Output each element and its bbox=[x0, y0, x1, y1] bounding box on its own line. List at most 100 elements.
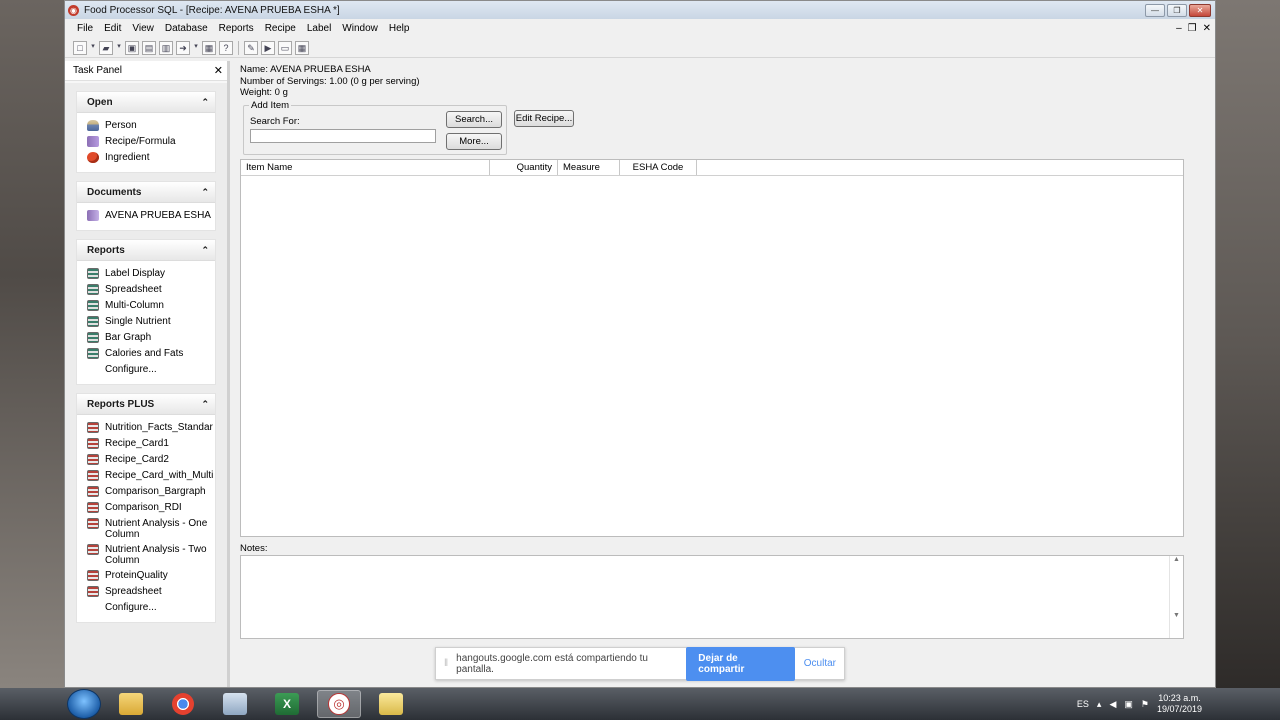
print-icon[interactable]: ▤ bbox=[142, 40, 156, 55]
task-item-report-plus[interactable]: Spreadsheet bbox=[87, 584, 215, 600]
flag-icon[interactable]: ⚑ bbox=[1141, 699, 1149, 710]
more-button[interactable]: More... bbox=[446, 133, 502, 150]
section-header[interactable]: Documents ⌃ bbox=[77, 182, 215, 203]
edit-recipe-button[interactable]: Edit Recipe... bbox=[514, 110, 574, 127]
network-icon[interactable]: ▣ bbox=[1124, 699, 1133, 710]
stop-sharing-button[interactable]: Dejar de compartir bbox=[686, 646, 795, 681]
tray-arrow-icon[interactable]: ▴ bbox=[1097, 699, 1102, 710]
section-header[interactable]: Reports ⌃ bbox=[77, 240, 215, 261]
menu-file[interactable]: File bbox=[77, 23, 93, 34]
drag-handle-icon[interactable]: ‖ bbox=[444, 658, 448, 669]
notes-field[interactable]: ▲ ▼ bbox=[240, 555, 1184, 639]
export-dropdown-icon[interactable]: ▾ bbox=[193, 41, 199, 55]
task-item-report-plus[interactable]: ProteinQuality bbox=[87, 568, 215, 584]
column-quantity[interactable]: Quantity bbox=[490, 160, 558, 175]
hide-link[interactable]: Ocultar bbox=[804, 658, 836, 669]
column-esha-code[interactable]: ESHA Code bbox=[620, 160, 697, 175]
task-item-document[interactable]: AVENA PRUEBA ESHA bbox=[87, 208, 215, 224]
clock[interactable]: 10:23 a.m. 19/07/2019 bbox=[1157, 693, 1202, 715]
task-item-report[interactable]: Bar Graph bbox=[87, 330, 215, 346]
recipe-info: Name: AVENA PRUEBA ESHA Number of Servin… bbox=[240, 64, 420, 99]
task-item-report-plus[interactable]: Nutrition_Facts_Standar bbox=[87, 420, 215, 436]
menu-help[interactable]: Help bbox=[389, 23, 410, 34]
folder-icon[interactable]: ▭ bbox=[278, 40, 292, 55]
recipe-servings: Number of Servings: 1.00 (0 g per servin… bbox=[240, 75, 420, 87]
folder-icon bbox=[119, 693, 143, 715]
task-item-report[interactable]: Calories and Fats bbox=[87, 346, 215, 362]
document-close-button[interactable]: ✕ bbox=[1203, 23, 1211, 34]
new-dropdown-icon[interactable]: ▾ bbox=[90, 41, 96, 55]
task-item-report-plus[interactable]: Comparison_Bargraph bbox=[87, 484, 215, 500]
forward-icon[interactable]: ▶ bbox=[261, 40, 275, 55]
save-icon[interactable]: ▣ bbox=[125, 40, 139, 55]
collapse-icon[interactable]: ⌃ bbox=[201, 399, 209, 410]
collapse-icon[interactable]: ⌃ bbox=[201, 245, 209, 256]
task-item-report-plus[interactable]: Nutrient Analysis - One Column bbox=[87, 516, 215, 542]
document-restore-button[interactable]: ❐ bbox=[1188, 23, 1197, 34]
taskbar-calculator[interactable] bbox=[213, 690, 257, 718]
section-header[interactable]: Open ⌃ bbox=[77, 92, 215, 113]
task-item-report-plus[interactable]: Nutrient Analysis - Two Column bbox=[87, 542, 215, 568]
task-item-report[interactable]: Label Display bbox=[87, 266, 215, 282]
task-item-configure[interactable]: Configure... bbox=[87, 362, 215, 378]
help-icon[interactable]: ? bbox=[219, 40, 233, 55]
task-item-label: Comparison_RDI bbox=[105, 502, 182, 513]
new-document-icon[interactable]: □ bbox=[73, 40, 87, 55]
task-item-report-plus[interactable]: Recipe_Card_with_Multi bbox=[87, 468, 215, 484]
menu-edit[interactable]: Edit bbox=[104, 23, 121, 34]
task-item-report[interactable]: Multi-Column bbox=[87, 298, 215, 314]
menu-reports[interactable]: Reports bbox=[219, 23, 254, 34]
collapse-icon[interactable]: ⌃ bbox=[201, 187, 209, 198]
open-folder-icon[interactable]: ▰ bbox=[99, 40, 113, 55]
search-button[interactable]: Search... bbox=[446, 111, 502, 128]
task-item-report-plus[interactable]: Recipe_Card2 bbox=[87, 452, 215, 468]
calendar-icon[interactable]: ▦ bbox=[295, 40, 309, 55]
menu-window[interactable]: Window bbox=[342, 23, 378, 34]
task-item-report[interactable]: Single Nutrient bbox=[87, 314, 215, 330]
volume-icon[interactable]: ◀ bbox=[1109, 699, 1116, 710]
task-item-report-plus[interactable]: Recipe_Card1 bbox=[87, 436, 215, 452]
document-minimize-button[interactable]: – bbox=[1176, 23, 1182, 34]
menu-label[interactable]: Label bbox=[307, 23, 331, 34]
taskbar-sticky-notes[interactable] bbox=[369, 690, 413, 718]
menu-view[interactable]: View bbox=[132, 23, 154, 34]
task-item-person[interactable]: Person bbox=[87, 118, 215, 134]
ingredient-grid[interactable]: Item Name Quantity Measure ESHA Code bbox=[240, 159, 1184, 537]
taskbar-explorer[interactable] bbox=[109, 690, 153, 718]
section-documents: Documents ⌃ AVENA PRUEBA ESHA bbox=[76, 181, 216, 231]
search-input[interactable] bbox=[250, 129, 436, 143]
menu-recipe[interactable]: Recipe bbox=[265, 23, 296, 34]
minimize-button[interactable]: — bbox=[1145, 3, 1165, 17]
title-bar[interactable]: ◉ Food Processor SQL - [Recipe: AVENA PR… bbox=[65, 1, 1215, 19]
column-item-name[interactable]: Item Name bbox=[241, 160, 490, 175]
task-panel-close-icon[interactable]: ✕ bbox=[214, 64, 223, 77]
task-item-ingredient[interactable]: Ingredient bbox=[87, 150, 215, 166]
notes-scrollbar[interactable]: ▲ ▼ bbox=[1169, 556, 1183, 638]
report-icon[interactable]: ▦ bbox=[202, 40, 216, 55]
task-item-recipe-formula[interactable]: Recipe/Formula bbox=[87, 134, 215, 150]
export-icon[interactable]: ➜ bbox=[176, 40, 190, 55]
blank-icon bbox=[87, 602, 99, 613]
report-icon bbox=[87, 332, 99, 343]
menu-database[interactable]: Database bbox=[165, 23, 208, 34]
print-preview-icon[interactable]: ▥ bbox=[159, 40, 173, 55]
taskbar-food-processor[interactable]: ◎ bbox=[317, 690, 361, 718]
edit-icon[interactable]: ✎ bbox=[244, 40, 258, 55]
start-button[interactable] bbox=[67, 689, 101, 719]
task-item-label: ProteinQuality bbox=[105, 570, 168, 581]
task-item-report-plus[interactable]: Comparison_RDI bbox=[87, 500, 215, 516]
report-plus-icon bbox=[87, 438, 99, 449]
task-item-report[interactable]: Spreadsheet bbox=[87, 282, 215, 298]
open-dropdown-icon[interactable]: ▾ bbox=[116, 41, 122, 55]
taskbar-excel[interactable]: X bbox=[265, 690, 309, 718]
restore-button[interactable]: ❐ bbox=[1167, 3, 1187, 17]
column-measure[interactable]: Measure bbox=[558, 160, 620, 175]
section-header[interactable]: Reports PLUS ⌃ bbox=[77, 394, 215, 415]
language-indicator[interactable]: ES bbox=[1077, 699, 1089, 709]
taskbar-chrome[interactable] bbox=[161, 690, 205, 718]
window-title: Food Processor SQL - [Recipe: AVENA PRUE… bbox=[84, 4, 340, 16]
task-panel-header: Task Panel ✕ bbox=[65, 61, 227, 81]
collapse-icon[interactable]: ⌃ bbox=[201, 97, 209, 108]
task-item-configure[interactable]: Configure... bbox=[87, 600, 215, 616]
close-button[interactable]: ✕ bbox=[1189, 3, 1211, 17]
